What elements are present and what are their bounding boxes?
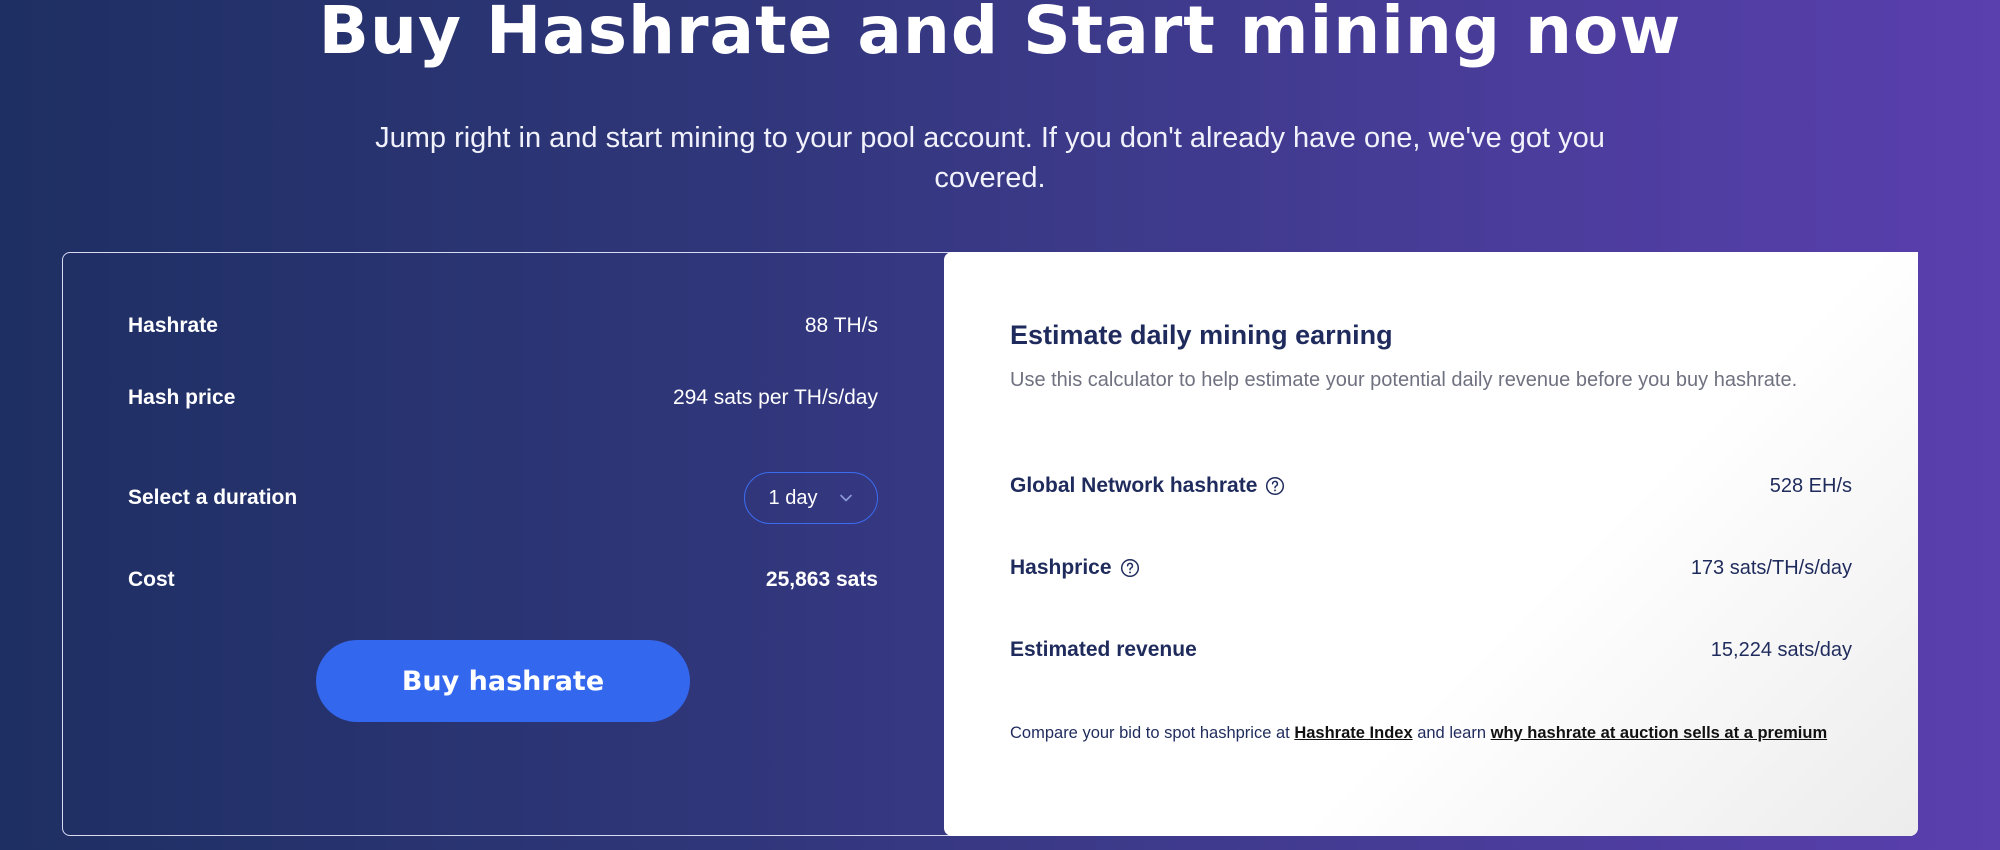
footnote-prefix: Compare your bid to spot hashprice at	[1010, 724, 1295, 742]
cost-label: Cost	[128, 568, 175, 591]
calculator-title: Estimate daily mining earning	[1010, 320, 1393, 350]
duration-label: Select a duration	[128, 486, 298, 509]
hashrate-row: Hashrate 88 TH/s	[128, 314, 878, 338]
hashrate-label: Hashrate	[128, 314, 218, 337]
hashprice-value: 173 sats/TH/s/day	[1690, 556, 1852, 579]
question-circle-icon[interactable]	[1265, 476, 1285, 496]
network-hashrate-row: Global Network hashrate 528 EH/s	[1010, 474, 1852, 498]
hash-price-label: Hash price	[128, 386, 236, 409]
buy-hashrate-button[interactable]: Buy hashrate	[316, 640, 690, 722]
calculator-card: Estimate daily mining earning Use this c…	[944, 252, 1918, 836]
duration-select[interactable]: 1 day	[744, 472, 878, 524]
footnote-middle: and learn	[1412, 724, 1491, 742]
purchase-card: Hashrate 88 TH/s Hash price 294 sats per…	[62, 252, 944, 836]
duration-value: 1 day	[768, 486, 818, 509]
estimated-revenue-value: 15,224 sats/day	[1710, 638, 1852, 661]
page-subtitle: Jump right in and start mining to your p…	[375, 122, 1605, 194]
network-hashrate-label-group: Global Network hashrate	[1010, 474, 1285, 498]
page-title: Buy Hashrate and Start mining now	[318, 0, 1682, 69]
auction-premium-link[interactable]: why hashrate at auction sells at a premi…	[1491, 724, 1828, 742]
calculator-description: Use this calculator to help estimate you…	[1010, 369, 1798, 391]
hash-price-value: 294 sats per TH/s/day	[672, 386, 878, 409]
chevron-down-icon	[840, 494, 853, 502]
estimated-revenue-row: Estimated revenue 15,224 sats/day	[1010, 638, 1852, 662]
cost-value: 25,863 sats	[765, 568, 878, 591]
hashrate-index-link[interactable]: Hashrate Index	[1294, 724, 1412, 742]
hashrate-value: 88 TH/s	[804, 314, 878, 337]
hash-price-row: Hash price 294 sats per TH/s/day	[128, 386, 878, 410]
hashprice-label-group: Hashprice	[1010, 556, 1140, 580]
network-hashrate-value: 528 EH/s	[1769, 474, 1852, 497]
duration-row: Select a duration 1 day	[128, 472, 878, 524]
network-hashrate-label: Global Network hashrate	[1010, 474, 1258, 497]
estimated-revenue-label: Estimated revenue	[1010, 638, 1197, 661]
cost-row: Cost 25,863 sats	[128, 568, 878, 592]
hashprice-row: Hashprice 173 sats/TH/s/day	[1010, 556, 1852, 580]
hashprice-label: Hashprice	[1010, 556, 1112, 579]
calculator-footnote: Compare your bid to spot hashprice at Ha…	[1010, 722, 1860, 744]
question-circle-icon[interactable]	[1120, 558, 1140, 578]
